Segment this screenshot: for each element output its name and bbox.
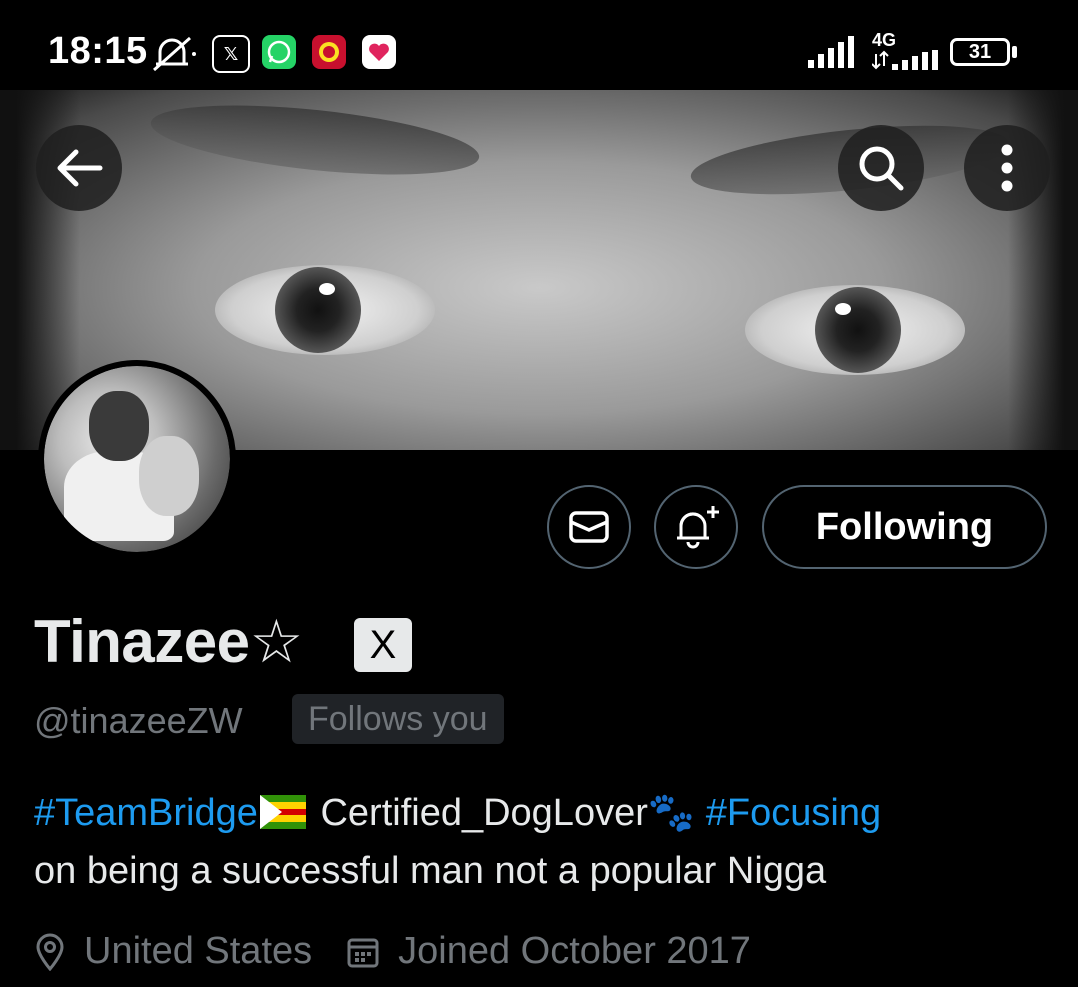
heart-app-icon: [362, 35, 396, 69]
profile-bio: #TeamBridge Certified_DogLover🐾 #Focusin…: [34, 784, 1044, 900]
joined-text: Joined October 2017: [398, 930, 751, 972]
bell-plus-icon: [677, 506, 719, 549]
following-button[interactable]: Following: [762, 485, 1047, 569]
display-name: Tinazee☆: [34, 608, 303, 675]
search-button[interactable]: [838, 125, 924, 211]
zimbabwe-flag-icon: [259, 795, 306, 829]
banner-eye-right: [745, 285, 965, 375]
banner-eye-left: [215, 265, 435, 355]
more-vertical-icon: [1001, 144, 1013, 192]
bio-line-2: on being a successful man not a popular …: [34, 850, 827, 892]
bio-text: Certified_DogLover: [309, 792, 648, 834]
avatar-image: [44, 366, 230, 552]
signal-2-icon: [872, 50, 938, 70]
mute-bell-icon: [153, 36, 196, 72]
x-badge[interactable]: X: [354, 618, 412, 672]
arrow-left-icon: [57, 149, 103, 187]
network-type: 4G: [872, 30, 897, 50]
calendar-icon: [346, 935, 380, 969]
location-text: United States: [84, 930, 313, 972]
more-options-button[interactable]: [964, 125, 1050, 211]
message-button[interactable]: [547, 485, 631, 569]
x-app-icon: 𝕏: [212, 35, 250, 73]
profile-handle: @tinazeeZW: [34, 700, 243, 741]
back-button[interactable]: [36, 125, 122, 211]
status-time: 18:15: [48, 30, 148, 72]
status-bar: 18:15 𝕏 4G 31: [0, 0, 1078, 100]
search-icon: [859, 146, 904, 191]
location-icon: [34, 933, 66, 971]
battery-indicator: 31: [950, 38, 1010, 66]
man-utd-icon: [312, 35, 346, 69]
mail-icon: [569, 511, 609, 543]
notifications-button[interactable]: [654, 485, 738, 569]
signal-icon: [808, 36, 854, 68]
follows-you-badge: Follows you: [292, 694, 504, 744]
whatsapp-icon: [262, 35, 296, 69]
hashtag-focusing[interactable]: #Focusing: [706, 792, 881, 834]
battery-tip: [1012, 46, 1017, 58]
profile-avatar[interactable]: [38, 360, 236, 558]
banner-brow-left: [147, 92, 483, 188]
profile-meta: United States Joined October 2017: [34, 930, 751, 973]
hashtag-teambridge[interactable]: #TeamBridge: [34, 792, 258, 834]
paw-icon: 🐾: [647, 792, 696, 834]
